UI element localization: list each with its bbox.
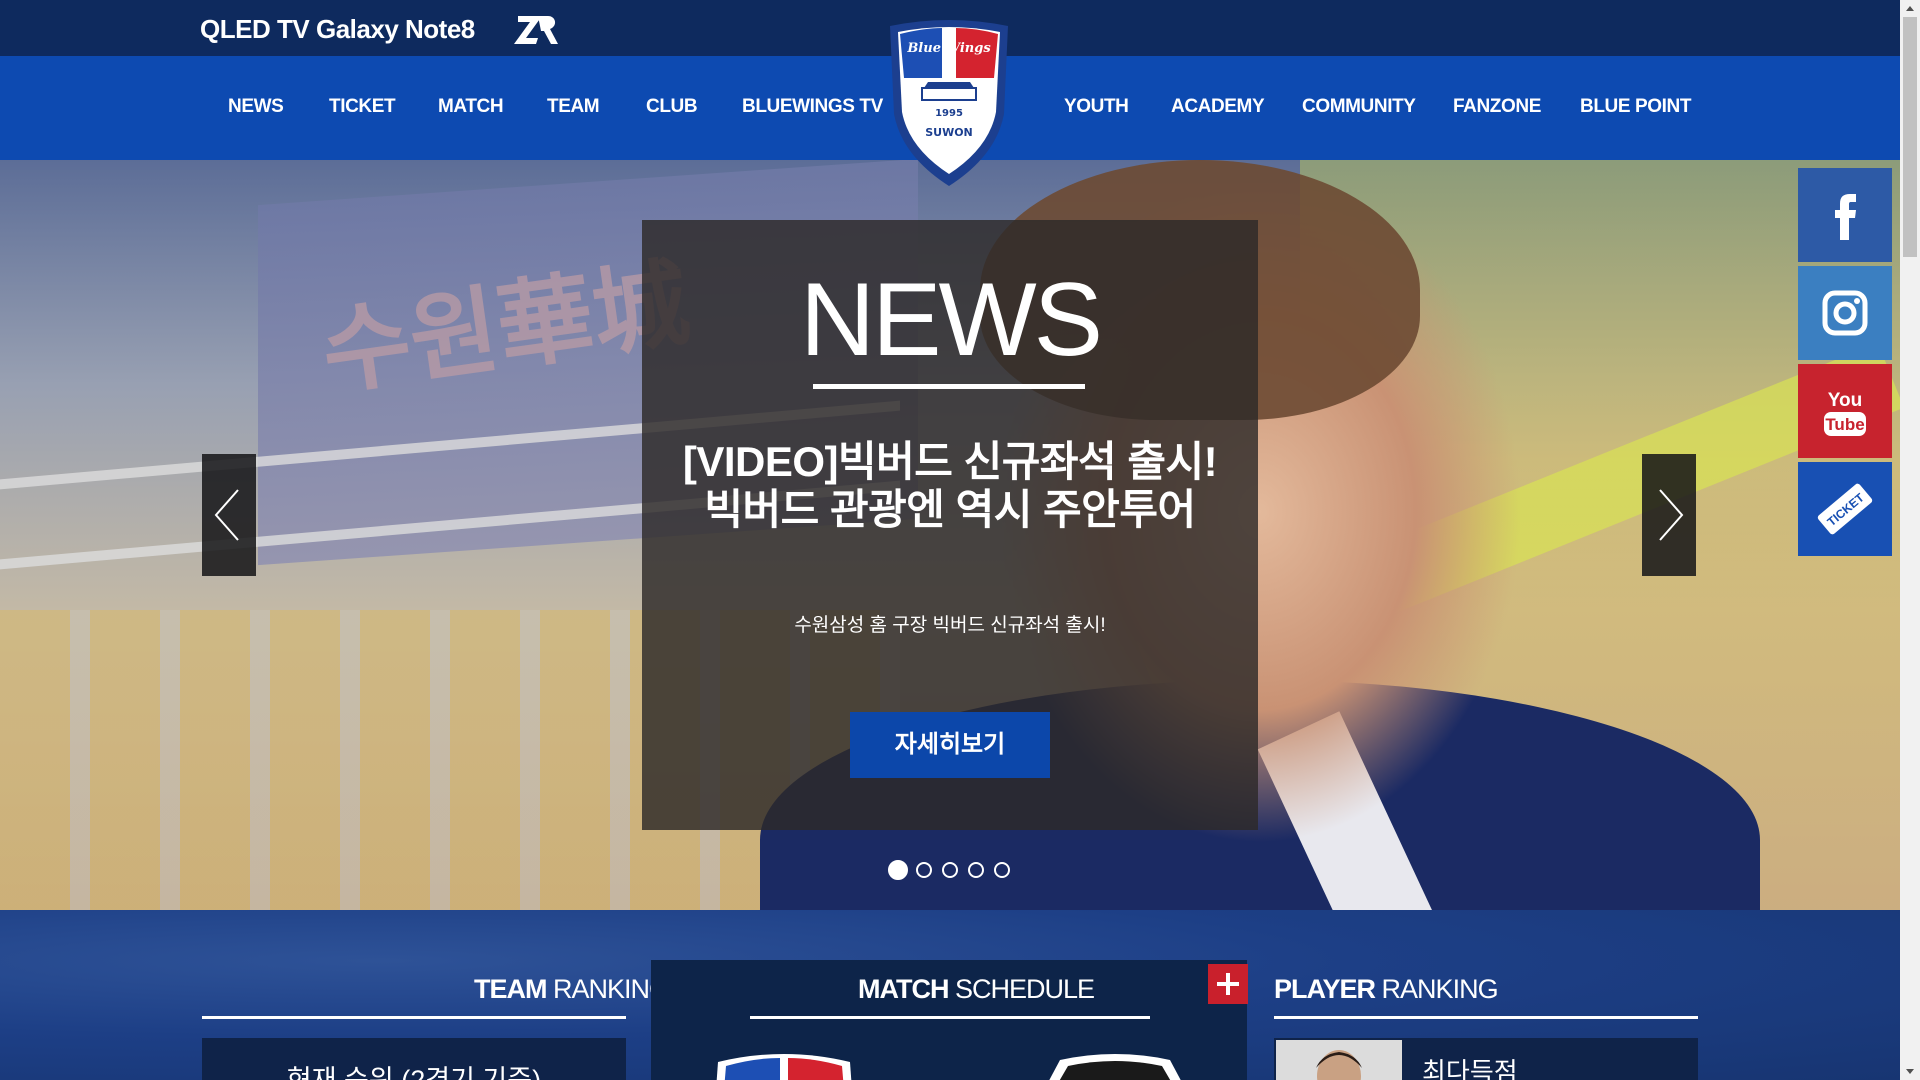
crest-year: 1995 <box>935 108 963 119</box>
slider-prev-button[interactable] <box>202 454 256 576</box>
scroll-up-arrow-icon[interactable] <box>1900 0 1920 17</box>
slider-dot-2[interactable] <box>916 862 932 878</box>
player-ranking-divider <box>1274 1016 1698 1019</box>
player-ranking-title-bold: PLAYER <box>1274 974 1376 1004</box>
news-heading: NEWS <box>800 262 1103 378</box>
player-avatar-icon <box>1316 1050 1362 1080</box>
sponsor-galaxy-note8[interactable]: Galaxy Note8 <box>316 14 475 45</box>
news-headline-line2: 빅버드 관광엔 역시 주안투어 <box>704 486 1196 533</box>
team-ranking-title-bold: TEAM <box>474 974 547 1004</box>
match-schedule-title-bold: MATCH <box>858 974 949 1004</box>
youtube-label-bottom: Tube <box>1825 415 1864 434</box>
youtube-label-top: You <box>1828 390 1862 411</box>
news-heading-underline <box>813 384 1085 389</box>
vertical-scrollbar[interactable] <box>1900 0 1920 1080</box>
team-standing-label: 현재 순위 (2경기 기준) <box>286 1065 542 1080</box>
player-ranking-card[interactable]: 최다득점 <box>1274 1038 1698 1080</box>
facebook-button[interactable] <box>1798 168 1892 262</box>
scroll-down-arrow-icon[interactable] <box>1900 1063 1920 1080</box>
nav-bluewings-tv[interactable]: BLUEWINGS TV <box>742 96 883 118</box>
slider-dot-5[interactable] <box>994 862 1010 878</box>
club-crest-logo[interactable]: Blue Wings 1995 SUWON <box>886 18 1012 188</box>
plus-icon <box>1217 973 1239 995</box>
match-schedule-title-light: SCHEDULE <box>948 974 1095 1004</box>
chevron-right-icon <box>1659 489 1684 541</box>
sponsor-qled-tv[interactable]: QLED TV <box>200 14 310 45</box>
ticket-button[interactable]: TICKET <box>1798 462 1892 556</box>
match-schedule-more-button[interactable] <box>1208 964 1248 1004</box>
match-schedule-title: MATCH SCHEDULE <box>858 974 1095 1005</box>
ticket-icon: TICKET <box>1817 483 1873 535</box>
nav-news[interactable]: NEWS <box>228 96 284 118</box>
nav-match[interactable]: MATCH <box>438 96 504 118</box>
player-photo <box>1276 1040 1402 1080</box>
nav-ticket[interactable]: TICKET <box>329 96 396 118</box>
nav-community[interactable]: COMMUNITY <box>1302 96 1416 118</box>
slider-dot-4[interactable] <box>968 862 984 878</box>
slider-dot-1[interactable] <box>888 860 908 880</box>
crest-script: Blue Wings <box>906 41 991 56</box>
player-ranking-title: PLAYER RANKING <box>1274 974 1499 1005</box>
home-team-crest-icon[interactable] <box>714 1050 854 1080</box>
scrollbar-thumb[interactable] <box>1903 17 1917 257</box>
nav-blue-point[interactable]: BLUE POINT <box>1580 96 1691 118</box>
chevron-left-icon <box>214 489 239 541</box>
team-ranking-divider <box>202 1016 626 1019</box>
news-headline[interactable]: [VIDEO]빅버드 신규좌석 출시! 빅버드 관광엔 역시 주안투어 <box>642 438 1258 534</box>
slider-next-button[interactable] <box>1642 454 1696 576</box>
nav-team[interactable]: TEAM <box>547 96 600 118</box>
slider-dot-3[interactable] <box>942 862 958 878</box>
facebook-icon <box>1835 194 1856 240</box>
hero-slider: 수원華城 NEWS [VIDEO]빅버드 신규좌석 출시! 빅버드 관광엔 역시… <box>0 160 1900 910</box>
nav-academy[interactable]: ACADEMY <box>1171 96 1265 118</box>
read-more-button[interactable]: 자세히보기 <box>850 712 1050 778</box>
youtube-icon: You Tube <box>1824 390 1866 436</box>
instagram-icon <box>1822 290 1868 336</box>
team-ranking-title: TEAM RANKING <box>474 974 670 1005</box>
page: QLED TV Galaxy Note8 NEWS TICKET MATCH T… <box>0 0 1900 1080</box>
info-section: TEAM RANKING 현재 순위 (2경기 기준) MATCH SCHEDU… <box>0 910 1900 1080</box>
news-overlay: NEWS [VIDEO]빅버드 신규좌석 출시! 빅버드 관광엔 역시 주안투어… <box>642 220 1258 830</box>
nav-club[interactable]: CLUB <box>646 96 698 118</box>
away-team-crest-icon[interactable] <box>1040 1050 1190 1080</box>
player-category-label: 최다득점 <box>1422 1057 1518 1080</box>
youtube-button[interactable]: You Tube <box>1798 364 1892 458</box>
nav-fanzone[interactable]: FANZONE <box>1453 96 1541 118</box>
team-ranking-box[interactable]: 현재 순위 (2경기 기준) <box>202 1038 626 1080</box>
crest-city: SUWON <box>925 126 973 139</box>
player-ranking-title-light: RANKING <box>1375 974 1499 1004</box>
zaicro-logo-icon[interactable] <box>508 10 564 50</box>
instagram-button[interactable] <box>1798 266 1892 360</box>
nav-youth[interactable]: YOUTH <box>1064 96 1129 118</box>
news-headline-line1: [VIDEO]빅버드 신규좌석 출시! <box>682 438 1218 485</box>
match-schedule-divider <box>750 1016 1150 1019</box>
news-subtitle: 수원삼성 홈 구장 빅버드 신규좌석 출시! <box>794 615 1106 636</box>
